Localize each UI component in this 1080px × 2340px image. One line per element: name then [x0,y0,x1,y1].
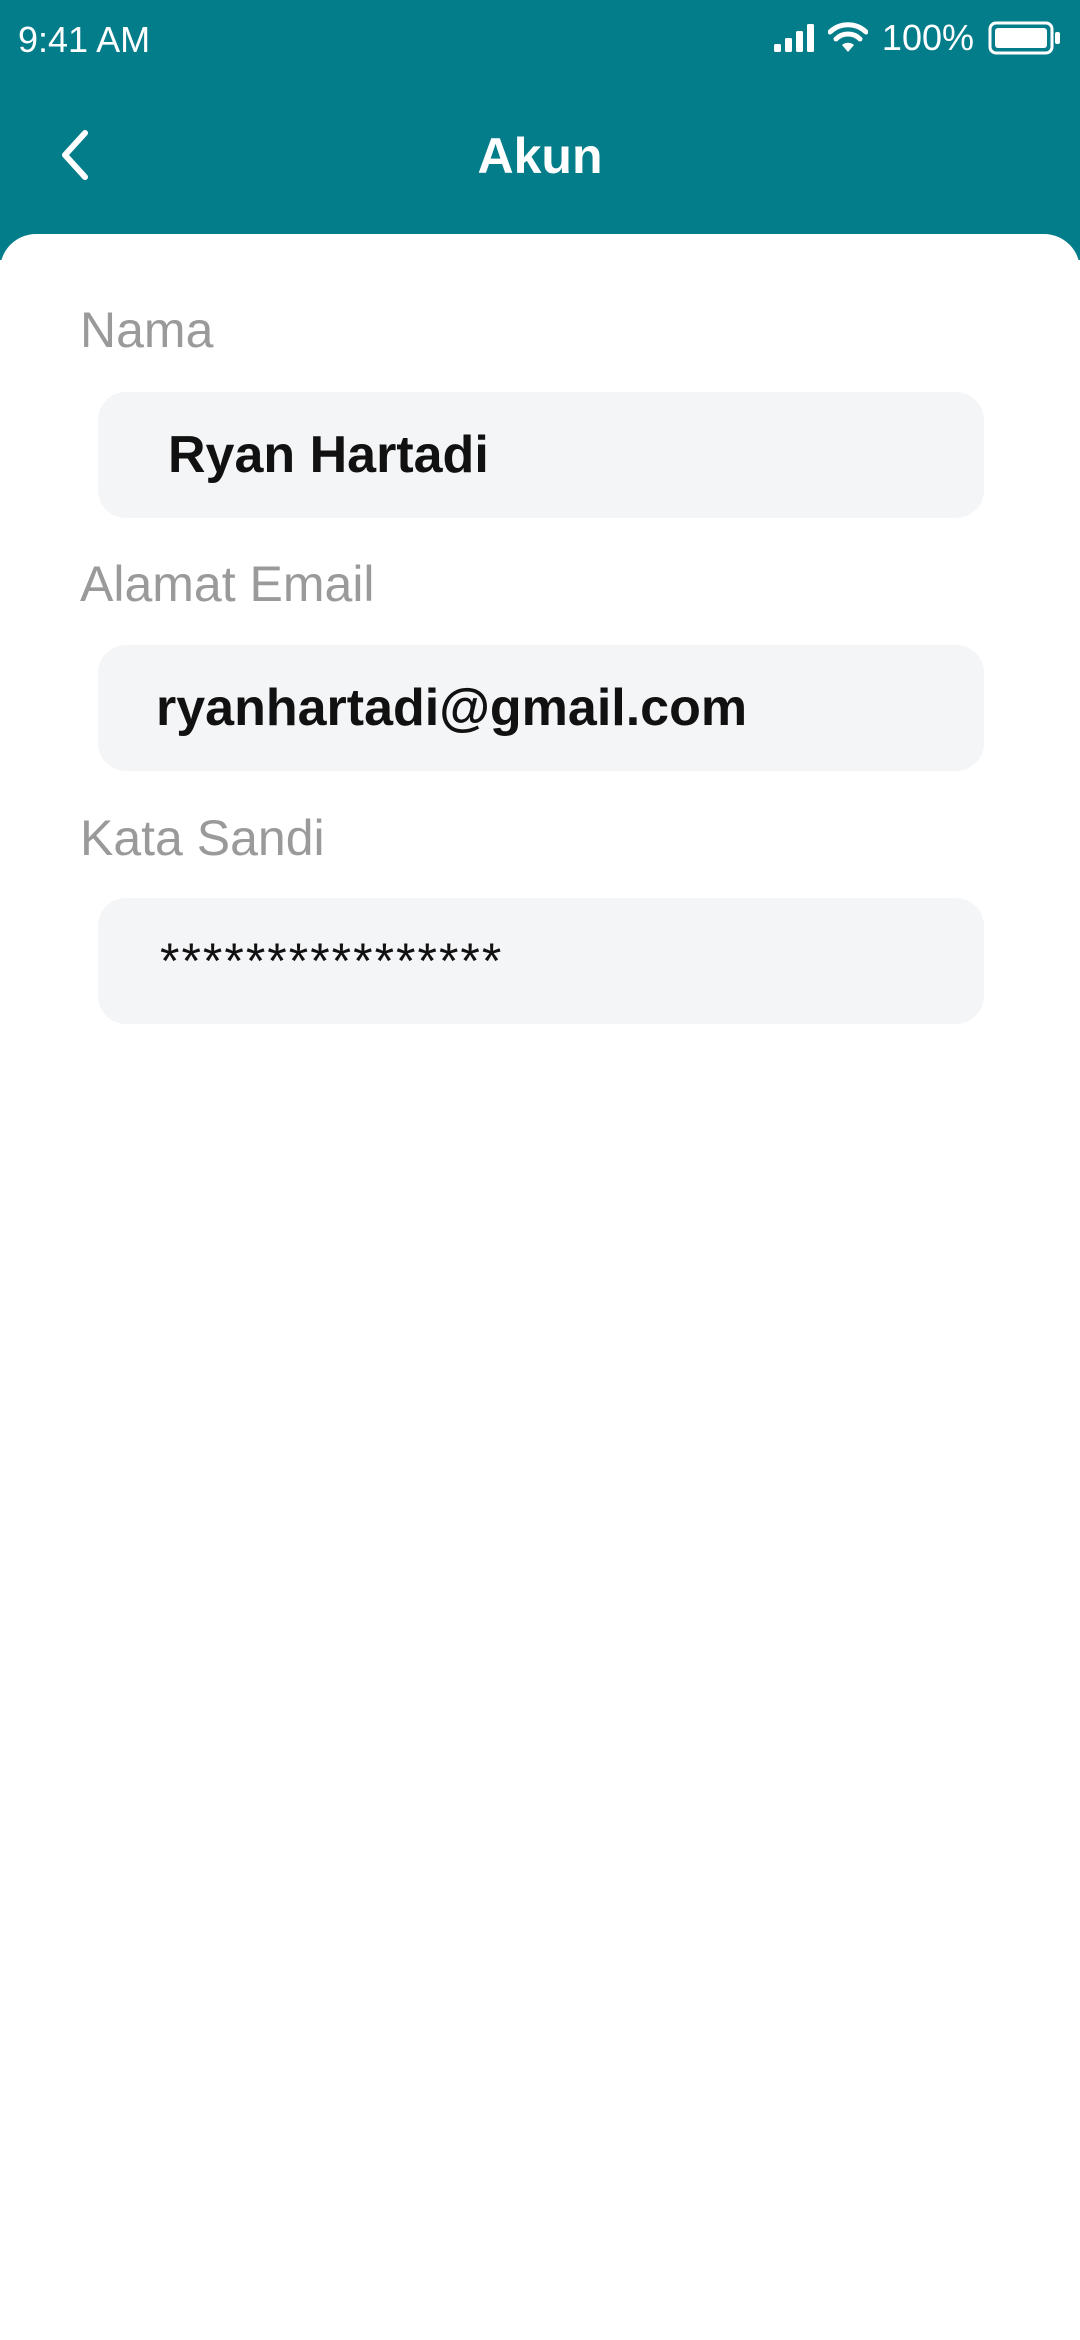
battery-icon [988,21,1060,55]
email-value: ryanhartadi@gmail.com [156,679,748,737]
name-value: Ryan Hartadi [168,426,489,484]
name-field[interactable]: Ryan Hartadi [98,392,984,518]
app-header: 9:41 AM 100% Akun [0,0,1080,260]
email-label: Alamat Email [80,556,375,612]
status-indicators: 100% [772,16,1062,60]
name-label: Nama [80,302,214,358]
email-field[interactable]: ryanhartadi@gmail.com [98,645,984,771]
password-label: Kata Sandi [80,810,325,866]
battery-percentage: 100% [881,17,974,58]
password-field[interactable]: **************** [98,898,984,1024]
wifi-icon [827,22,868,52]
page-title: Akun [477,128,603,184]
status-bar: 9:41 AM 100% [0,0,1080,80]
signal-icon [773,24,814,52]
password-value: **************** [160,933,504,989]
account-form-sheet [0,234,1080,2340]
status-time: 9:41 AM [18,19,151,60]
